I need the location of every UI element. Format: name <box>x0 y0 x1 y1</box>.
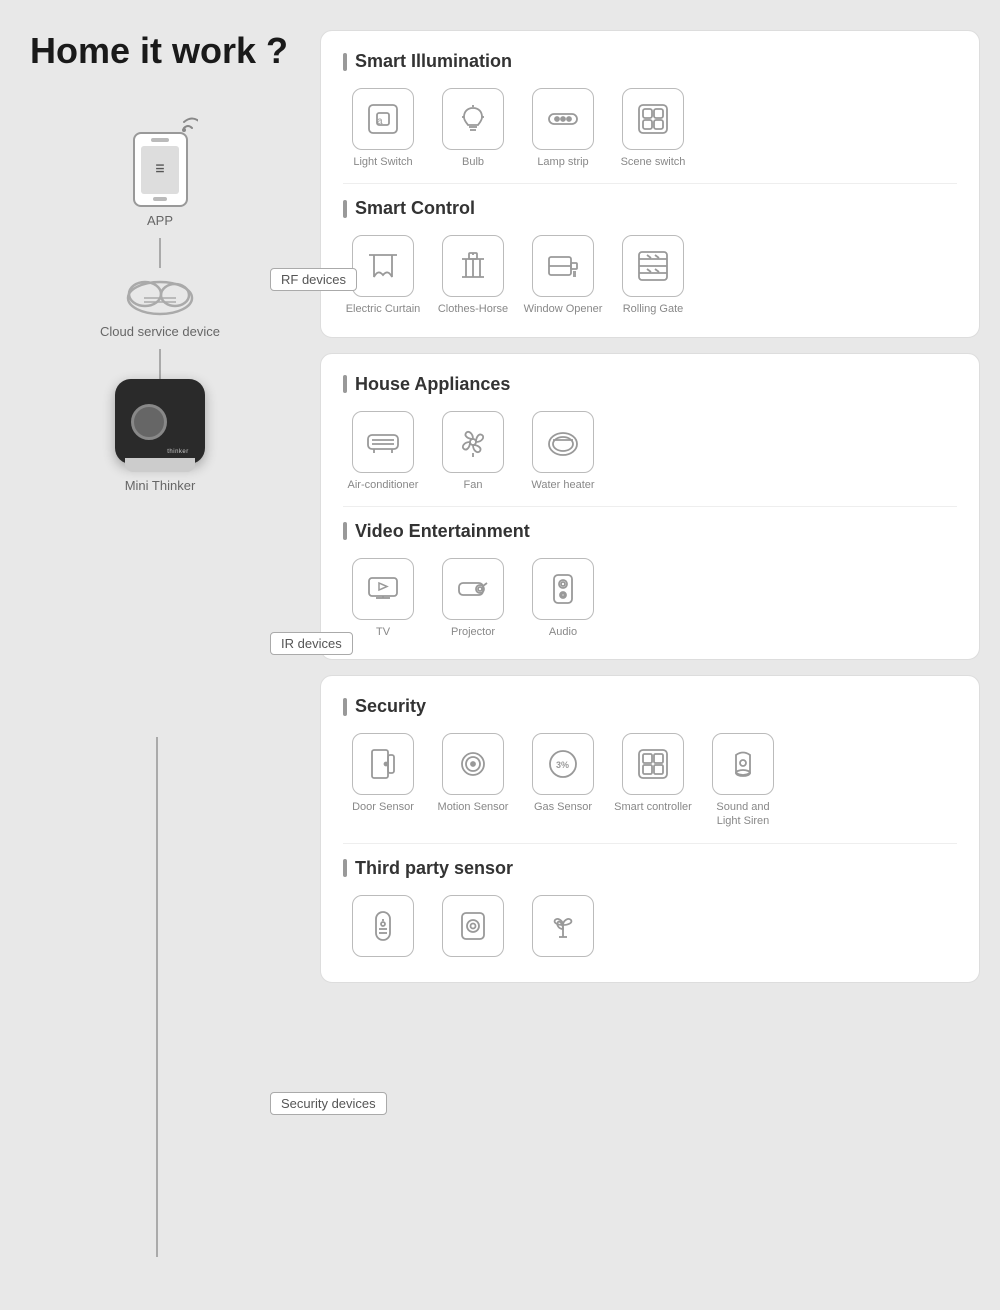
hub-label: Mini Thinker <box>125 478 196 493</box>
ir-label: IR devices <box>270 632 353 655</box>
item-audio: Audio <box>523 558 603 639</box>
section-bar-3 <box>343 375 347 393</box>
section-bar <box>343 53 347 71</box>
card-ir: House Appliances Air-conditioner <box>320 353 980 661</box>
third-party-items <box>343 895 957 962</box>
card-security: Security Door Sensor <box>320 675 980 983</box>
illumination-items: a Light Switch <box>343 88 957 169</box>
section-bar-4 <box>343 522 347 540</box>
item-water-heater: Water heater <box>523 411 603 492</box>
item-siren: Sound and Light Siren <box>703 733 783 829</box>
rf-connector: RF devices <box>270 278 330 280</box>
v-connector-2 <box>159 349 161 379</box>
video-items: TV Projector <box>343 558 957 639</box>
right-panel: Smart Illumination a Light Switch <box>320 30 980 1280</box>
item-sensor-1 <box>343 895 423 962</box>
item-lamp-strip: Lamp strip <box>523 88 603 169</box>
security-label: Security devices <box>270 1092 387 1115</box>
item-bulb: Bulb <box>433 88 513 169</box>
section-video: Video Entertainment <box>343 521 957 542</box>
item-projector: Projector <box>433 558 513 639</box>
app-label: APP <box>147 213 173 228</box>
divider-1 <box>343 183 957 184</box>
ir-connector: IR devices <box>270 642 330 644</box>
security-items: Door Sensor Motion Sensor <box>343 733 957 829</box>
svg-text:3%: 3% <box>556 760 569 770</box>
cloud-label: Cloud service device <box>100 324 220 339</box>
section-third-party: Third party sensor <box>343 858 957 879</box>
divider-2 <box>343 506 957 507</box>
section-bar-2 <box>343 200 347 218</box>
item-clothes-horse: Clothes-Horse <box>433 235 513 316</box>
security-connector: Security devices <box>270 1102 330 1104</box>
section-security: Security <box>343 696 957 717</box>
v-connector-main <box>156 737 158 1257</box>
hub-device: thinker <box>115 379 205 464</box>
item-sensor-3 <box>523 895 603 962</box>
section-smart-illumination: Smart Illumination <box>343 51 957 72</box>
section-bar-5 <box>343 698 347 716</box>
divider-3 <box>343 843 957 844</box>
item-door-sensor: Door Sensor <box>343 733 423 829</box>
item-tv: TV <box>343 558 423 639</box>
v-connector-1 <box>159 238 161 268</box>
item-ac: Air-conditioner <box>343 411 423 492</box>
svg-text:a: a <box>377 116 383 127</box>
item-sensor-2 <box>433 895 513 962</box>
section-bar-6 <box>343 859 347 877</box>
item-rolling-gate: Rolling Gate <box>613 235 693 316</box>
card-rf: Smart Illumination a Light Switch <box>320 30 980 338</box>
item-light-switch: a Light Switch <box>343 88 423 169</box>
item-fan: Fan <box>433 411 513 492</box>
rf-label: RF devices <box>270 268 357 291</box>
control-items: Electric Curtain <box>343 235 957 316</box>
section-house-appliances: House Appliances <box>343 374 957 395</box>
item-gas-sensor: 3% Gas Sensor <box>523 733 603 829</box>
item-smart-controller: Smart controller <box>613 733 693 829</box>
phone-icon: ☰ <box>133 132 188 207</box>
section-smart-control: Smart Control <box>343 198 957 219</box>
item-window: Window Opener <box>523 235 603 316</box>
item-scene-switch: Scene switch <box>613 88 693 169</box>
appliances-items: Air-conditioner Fan <box>343 411 957 492</box>
cloud-icon <box>120 268 200 318</box>
page-title: Home it work ? <box>30 30 300 72</box>
wifi-icon <box>170 110 198 132</box>
item-motion-sensor: Motion Sensor <box>433 733 513 829</box>
